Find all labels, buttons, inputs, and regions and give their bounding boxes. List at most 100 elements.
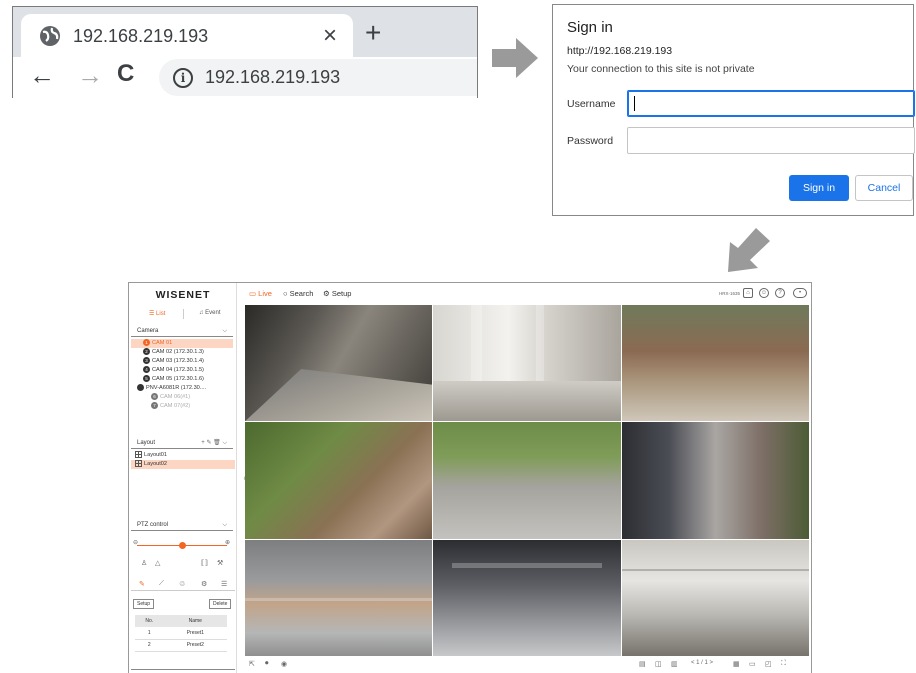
signin-button[interactable]: Sign in <box>789 175 849 201</box>
password-field[interactable] <box>627 127 915 154</box>
zoom-in-icon[interactable]: ⊕ <box>225 539 230 546</box>
camera-label: CAM 02 (172.30.1.3) <box>152 349 204 355</box>
pager[interactable]: < 1 / 1 > <box>691 660 713 666</box>
chevron-down-icon[interactable]: ⌵ <box>222 325 227 337</box>
browser-tab[interactable]: 192.168.219.193 × <box>21 14 353 58</box>
username-field[interactable] <box>627 90 915 117</box>
export-icon[interactable]: ⇱ <box>249 660 255 668</box>
layout-tools-icons[interactable]: + ✎ 🗑 ⌵ <box>201 437 227 449</box>
back-arrow-icon[interactable]: ← <box>29 60 55 91</box>
cancel-button[interactable]: Cancel <box>855 175 913 201</box>
camera-label: CAM 04 (172.30.1.5) <box>152 367 204 373</box>
delete-button[interactable]: Delete <box>209 599 232 609</box>
address-bar[interactable]: i 192.168.219.193 <box>159 59 477 96</box>
address-text[interactable]: 192.168.219.193 <box>205 67 340 88</box>
camera-item[interactable]: 3 CAM 03 (172.30.1.4) <box>131 357 233 366</box>
preset-table: No. Name 1 Preset1 2 Preset2 <box>135 615 227 652</box>
stats-icon[interactable]: ▥ <box>671 660 678 668</box>
search-icon: ○ <box>283 289 290 298</box>
tab-swing[interactable]: ⟋ <box>159 580 164 588</box>
camera-number: 7 <box>151 402 158 410</box>
setup-button[interactable]: Setup <box>133 599 155 609</box>
camera-number: 6 <box>151 393 158 401</box>
tab-list[interactable]: ☰ List <box>149 310 165 317</box>
arrow-right-icon <box>492 38 538 78</box>
privacy-warning: Your connection to this site is not priv… <box>567 63 755 75</box>
grid-icon <box>135 451 142 459</box>
close-icon[interactable]: × <box>323 22 337 50</box>
layout-header[interactable]: Layout + ✎ 🗑 ⌵ <box>131 437 233 449</box>
tab-tour[interactable]: ⚙ <box>201 580 207 588</box>
tab-setup-label: Setup <box>331 289 352 298</box>
tab-search[interactable]: ○ Search <box>283 289 313 298</box>
video-tile[interactable] <box>621 305 809 422</box>
user-icon[interactable]: ☺ <box>759 288 769 298</box>
focus-icon[interactable]: ⟦⟧ <box>201 559 208 567</box>
camera-label: PNV-A6081R (172.30.... <box>146 385 207 391</box>
divider <box>131 669 235 670</box>
table-row[interactable]: 2 Preset2 <box>135 639 227 652</box>
lock-icon[interactable]: ⌂ <box>743 288 753 298</box>
camera-item[interactable]: 5 CAM 05 (172.30.1.6) <box>131 375 233 384</box>
camera-group[interactable]: PNV-A6081R (172.30.... <box>131 384 233 393</box>
tab-list[interactable]: ☰ <box>221 580 227 588</box>
signin-dialog: Sign in http://192.168.219.193 Your conn… <box>552 4 915 216</box>
camera-item[interactable]: 7 CAM 07(#2) <box>131 402 233 411</box>
camera-header[interactable]: Camera ⌵ <box>131 325 233 337</box>
password-label: Password <box>567 135 614 147</box>
video-tile[interactable] <box>621 539 809 656</box>
capture-icon[interactable]: ◫ <box>655 660 662 668</box>
table-row[interactable]: 1 Preset1 <box>135 627 227 640</box>
tab-setup[interactable]: ⚙ Setup <box>323 289 351 298</box>
arrow-down-left-icon <box>728 228 770 272</box>
mountain-icon[interactable]: △ <box>155 559 160 567</box>
info-icon[interactable]: i <box>173 67 193 88</box>
new-tab-button[interactable]: + <box>365 17 381 49</box>
help-icon[interactable]: ? <box>775 288 785 298</box>
camera-item[interactable]: 1 CAM 01 <box>131 339 233 348</box>
chevron-down-icon[interactable]: ⌵ <box>222 519 227 531</box>
video-tile[interactable] <box>433 305 621 422</box>
wrench-icon[interactable]: ⚒ <box>217 559 223 567</box>
layout-label: Layout01 <box>144 452 168 458</box>
camera-item[interactable]: 2 CAM 02 (172.30.1.3) <box>131 348 233 357</box>
device-model: HRX-1635 <box>719 291 741 296</box>
toggle-icon[interactable]: • <box>793 288 807 298</box>
video-tile[interactable] <box>245 422 433 539</box>
camera-label: CAM 01 <box>152 340 173 346</box>
camera-number: 2 <box>143 348 150 356</box>
layout-item[interactable]: Layout01 <box>131 451 235 460</box>
video-tile[interactable] <box>245 539 433 656</box>
window-icon[interactable]: ◰ <box>765 660 772 668</box>
dialog-url: http://192.168.219.193 <box>567 45 673 57</box>
video-tile[interactable] <box>433 422 621 539</box>
tab-preset[interactable]: ✎ <box>139 580 145 588</box>
rec-status-icon[interactable]: ◉ <box>281 660 287 668</box>
tab-event[interactable]: ♫ Event <box>199 310 221 316</box>
layout-item[interactable]: Layout02 <box>131 460 235 469</box>
video-tile[interactable] <box>433 539 621 656</box>
fullscreen-icon[interactable]: ⛶ <box>781 660 786 668</box>
text-icon[interactable]: ▤ <box>639 660 646 668</box>
browser-window: 192.168.219.193 × + ← → C i 192.168.219.… <box>12 6 478 98</box>
tab-title: 192.168.219.193 <box>73 25 209 46</box>
person-icon[interactable]: ♙ <box>141 559 147 567</box>
tab-group[interactable]: ♲ <box>179 580 185 588</box>
ptz-header[interactable]: PTZ control ⌵ <box>131 519 233 531</box>
forward-arrow-icon[interactable]: → <box>77 60 103 91</box>
camera-item[interactable]: 6 CAM 06(#1) <box>131 393 233 402</box>
video-tile[interactable] <box>621 422 809 539</box>
grid-layout-icon[interactable]: ▦ <box>733 660 740 668</box>
aspect-icon[interactable]: ▭ <box>749 660 756 668</box>
camera-item[interactable]: 4 CAM 04 (172.30.1.5) <box>131 366 233 375</box>
reload-icon[interactable]: C <box>117 60 134 88</box>
video-tile[interactable] <box>245 305 433 422</box>
preset-name: Preset1 <box>163 627 227 640</box>
camera-label: CAM 05 (172.30.1.6) <box>152 376 204 382</box>
record-icon[interactable]: ⏺ <box>265 660 269 668</box>
divider <box>183 309 184 319</box>
preset-no: 1 <box>135 627 164 640</box>
tab-live[interactable]: ▭ Live <box>249 289 272 298</box>
zoom-slider-handle[interactable] <box>179 542 186 549</box>
preset-col-name: Name <box>163 615 227 627</box>
